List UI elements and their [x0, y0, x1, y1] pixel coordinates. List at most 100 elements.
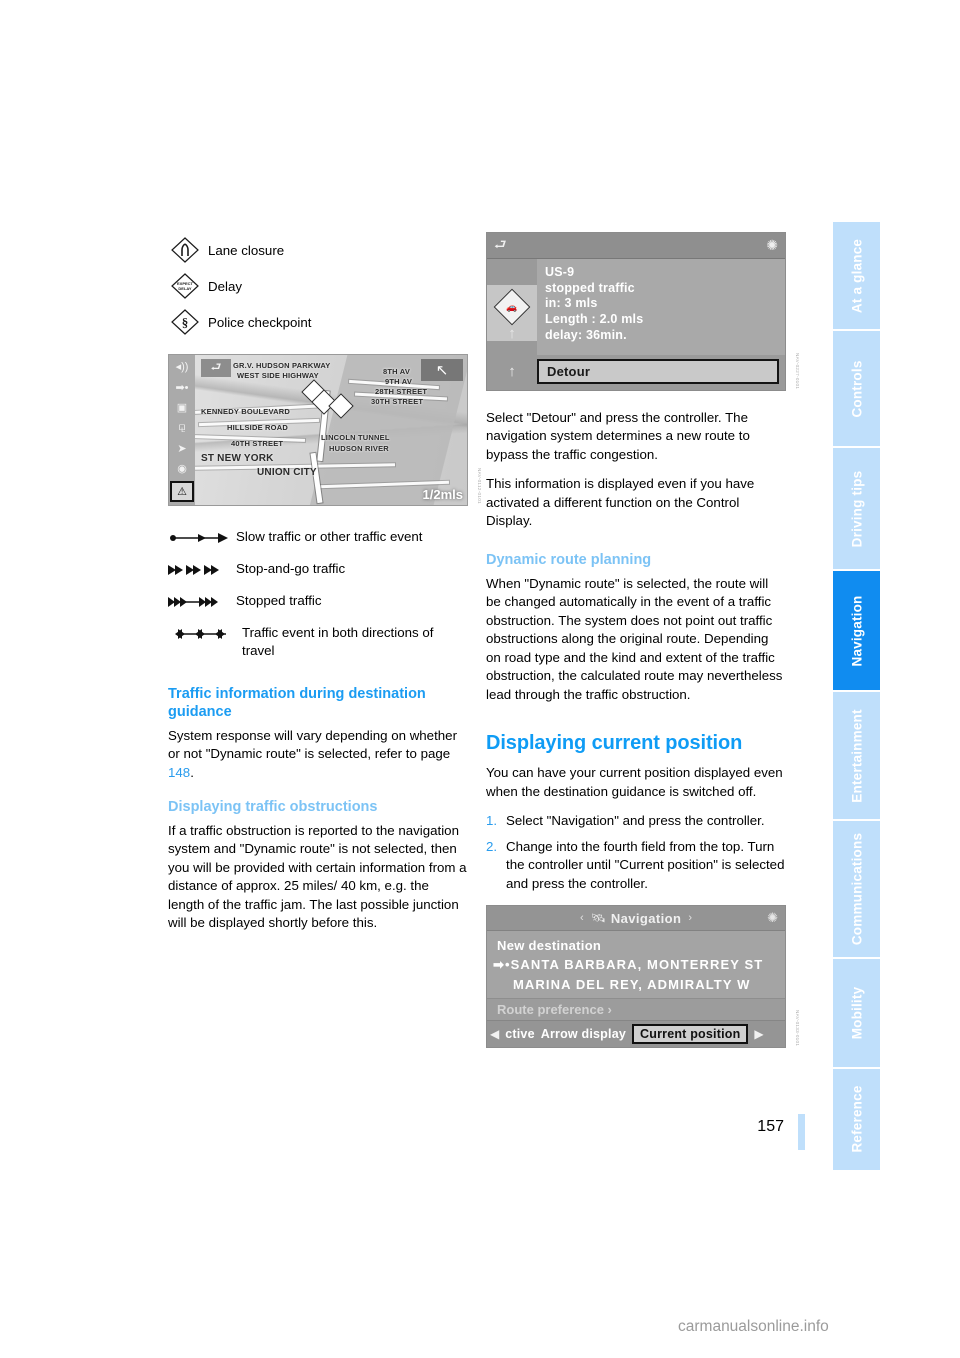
figure-code: NAV-0227-0101 — [795, 352, 800, 389]
heading-dynamic-route-planning: Dynamic route planning — [486, 551, 652, 568]
paragraph-displayed-even: This information is displayed even if yo… — [486, 476, 755, 529]
traffic-detour-figure: ⮐ ✺ ↑ 🚗 ↑ US-9 stopped traffic — [486, 232, 800, 391]
jam-cars-glyph: 🚗 — [506, 301, 518, 312]
nav-menu-list: New destination ➡•SANTA BARBARA, MONTERR… — [487, 931, 785, 999]
stop-and-go-arrow-icon — [168, 560, 230, 576]
site-watermark: carmanualsonline.info — [678, 1318, 829, 1335]
steps-list: 1. Select "Navigation" and press the con… — [486, 812, 786, 893]
traffic-line: US-9 — [545, 265, 575, 279]
tab-label: Driving tips — [849, 470, 864, 548]
map-label: 30TH STREET — [371, 397, 424, 406]
traffic-warning-icon[interactable]: ⚠ — [170, 480, 194, 502]
next-chevron-icon[interactable]: › — [681, 912, 699, 924]
figure-code: NAV-0133-0101 — [795, 1010, 800, 1047]
both-directions-arrow-icon — [174, 624, 236, 640]
tab-label: Reference — [849, 1085, 864, 1153]
map-label: HUDSON RIVER — [329, 444, 389, 453]
nav-menu-item-destination-1[interactable]: ➡•SANTA BARBARA, MONTERREY ST — [487, 955, 785, 975]
compass-icon[interactable]: ◉ — [172, 460, 192, 477]
arrow-marker-icon[interactable]: ➡• — [172, 378, 192, 395]
tab-reference[interactable]: Reference — [833, 1068, 880, 1171]
traffic-line: stopped traffic — [545, 280, 635, 295]
legend-label: Police checkpoint — [208, 314, 312, 330]
paragraph-select-detour: Select "Detour" and press the controller… — [486, 410, 750, 462]
tab-navigation[interactable]: Navigation — [833, 571, 880, 691]
nav-menu-route-preference[interactable]: Route preference › — [487, 998, 785, 1021]
destination-label: SANTA BARBARA, MONTERREY ST — [510, 957, 764, 973]
list-item: 2. Change into the fourth field from the… — [486, 838, 786, 893]
map-label: ST NEW YORK — [201, 453, 274, 464]
tab-driving-tips[interactable]: Driving tips — [833, 448, 880, 570]
legend-label: Slow traffic or other traffic event — [236, 529, 423, 544]
tab-communications[interactable]: Communications — [833, 820, 880, 958]
scroll-right-arrow-icon[interactable]: ▶ — [754, 1027, 763, 1041]
map-label: KENNEDY BOULEVARD — [201, 407, 290, 416]
nav-menu-titlebar: ‹ 🛰 Navigation › ✺ — [487, 906, 785, 932]
detour-button[interactable]: Detour — [537, 359, 779, 384]
back-arrow-icon[interactable]: ⮐ — [494, 234, 507, 258]
legend-row-stopped-traffic: Stopped traffic — [168, 592, 468, 610]
map-turn-arrow-icon: ↖ — [421, 359, 463, 381]
page-reference-link[interactable]: 148 — [168, 765, 190, 780]
cursor-arrow-icon[interactable]: ➤ — [172, 440, 192, 457]
scroll-left-arrow-icon[interactable]: ◀ — [490, 1027, 499, 1041]
map-label: 28TH STREET — [375, 387, 428, 396]
paragraph-obstructions: If a traffic obstruction is reported to … — [168, 823, 467, 931]
step-number: 1. — [486, 813, 498, 829]
legend-label: Stopped traffic — [236, 592, 322, 608]
idrive-traffic-detour-screenshot: ⮐ ✺ ↑ 🚗 ↑ US-9 stopped traffic — [486, 232, 786, 391]
slow-traffic-arrow-icon — [168, 528, 230, 544]
settings-gear-icon[interactable]: ✺ — [767, 910, 778, 926]
manual-page: At a glance Controls Driving tips Naviga… — [0, 0, 960, 1358]
tab-label: Entertainment — [849, 708, 864, 803]
tab-label: Navigation — [849, 595, 864, 667]
nav-menu-item-destination-2[interactable]: MARINA DEL REY, ADMIRALTY W — [487, 975, 785, 994]
scroll-up-arrow-icon[interactable]: ↑ — [487, 363, 537, 380]
tab-controls[interactable]: Controls — [833, 331, 880, 447]
map-back-button[interactable]: ⮐ — [201, 359, 231, 377]
idrive-icon-gutter: ↑ 🚗 ↑ — [487, 259, 537, 355]
legend-row-both-directions: Traffic event in both directions of trav… — [168, 624, 468, 660]
step-text: Change into the fourth field from the to… — [506, 838, 785, 891]
section-tab-rail: At a glance Controls Driving tips Naviga… — [833, 222, 880, 1172]
legend-row-slow-traffic: Slow traffic or other traffic event — [168, 528, 468, 546]
navigation-map-screenshot: GR.V. HUDSON PARKWAY WEST SIDE HIGHWAY 8… — [168, 354, 468, 506]
paragraph-text-end: . — [190, 764, 194, 780]
map-label: 9TH AV — [385, 377, 413, 386]
nav-menu-item-new-destination[interactable]: New destination — [487, 936, 785, 955]
step-text: Select "Navigation" and press the contro… — [506, 813, 765, 829]
prev-chevron-icon[interactable]: ‹ — [573, 912, 591, 924]
idrive-titlebar: ⮐ ✺ — [487, 233, 785, 259]
legend-label: Traffic event in both directions of trav… — [242, 624, 434, 658]
expect-delay-sign-icon: EXPECT DELAY — [168, 271, 202, 301]
map-label: 8TH AV — [383, 367, 411, 376]
lane-closure-sign-icon — [168, 235, 202, 265]
left-column: Lane closure EXPECT DELAY Delay § Police… — [168, 232, 482, 944]
tab-label: At a glance — [849, 238, 864, 313]
list-item: 1. Select "Navigation" and press the con… — [486, 812, 786, 830]
idrive-action-row: ↑ Detour — [487, 355, 785, 390]
settings-gear-icon[interactable]: ✺ — [766, 237, 778, 254]
speaker-icon[interactable]: ◂)) — [172, 358, 192, 375]
satellite-icon: 🛰 — [590, 911, 606, 926]
tab-label: Controls — [849, 360, 864, 418]
traffic-line: delay: 36min. — [545, 327, 627, 342]
map-label: WEST SIDE HIGHWAY — [237, 371, 319, 380]
heading-traffic-information: Traffic information during destination g… — [168, 685, 426, 720]
map-label: 40TH STREET — [231, 439, 284, 448]
heading-displaying-obstructions: Displaying traffic obstructions — [168, 799, 378, 816]
footer-option-active[interactable]: ctive — [505, 1027, 535, 1041]
paragraph-current-position: You can have your current position displ… — [486, 765, 783, 799]
footer-option-current-position[interactable]: Current position — [632, 1024, 749, 1045]
nav-menu-footer: ◀ ctive Arrow display Current position ▶ — [487, 1020, 785, 1048]
idrive-navigation-menu-screenshot: ‹ 🛰 Navigation › ✺ New destination ➡•SAN… — [486, 905, 786, 1049]
tab-at-a-glance[interactable]: At a glance — [833, 222, 880, 330]
tab-entertainment[interactable]: Entertainment — [833, 692, 880, 819]
tab-mobility[interactable]: Mobility — [833, 959, 880, 1067]
footer-option-arrow-display[interactable]: Arrow display — [541, 1027, 626, 1041]
pedestrian-icon[interactable]: ⚼ — [172, 419, 192, 436]
idrive-content: ↑ 🚗 ↑ US-9 stopped traffic in: 3 mls Len… — [487, 259, 785, 355]
map-label: UNION CITY — [257, 467, 317, 478]
split-screen-icon[interactable]: ▣ — [172, 399, 192, 416]
heading-displaying-current-position: Displaying current position — [486, 732, 743, 755]
